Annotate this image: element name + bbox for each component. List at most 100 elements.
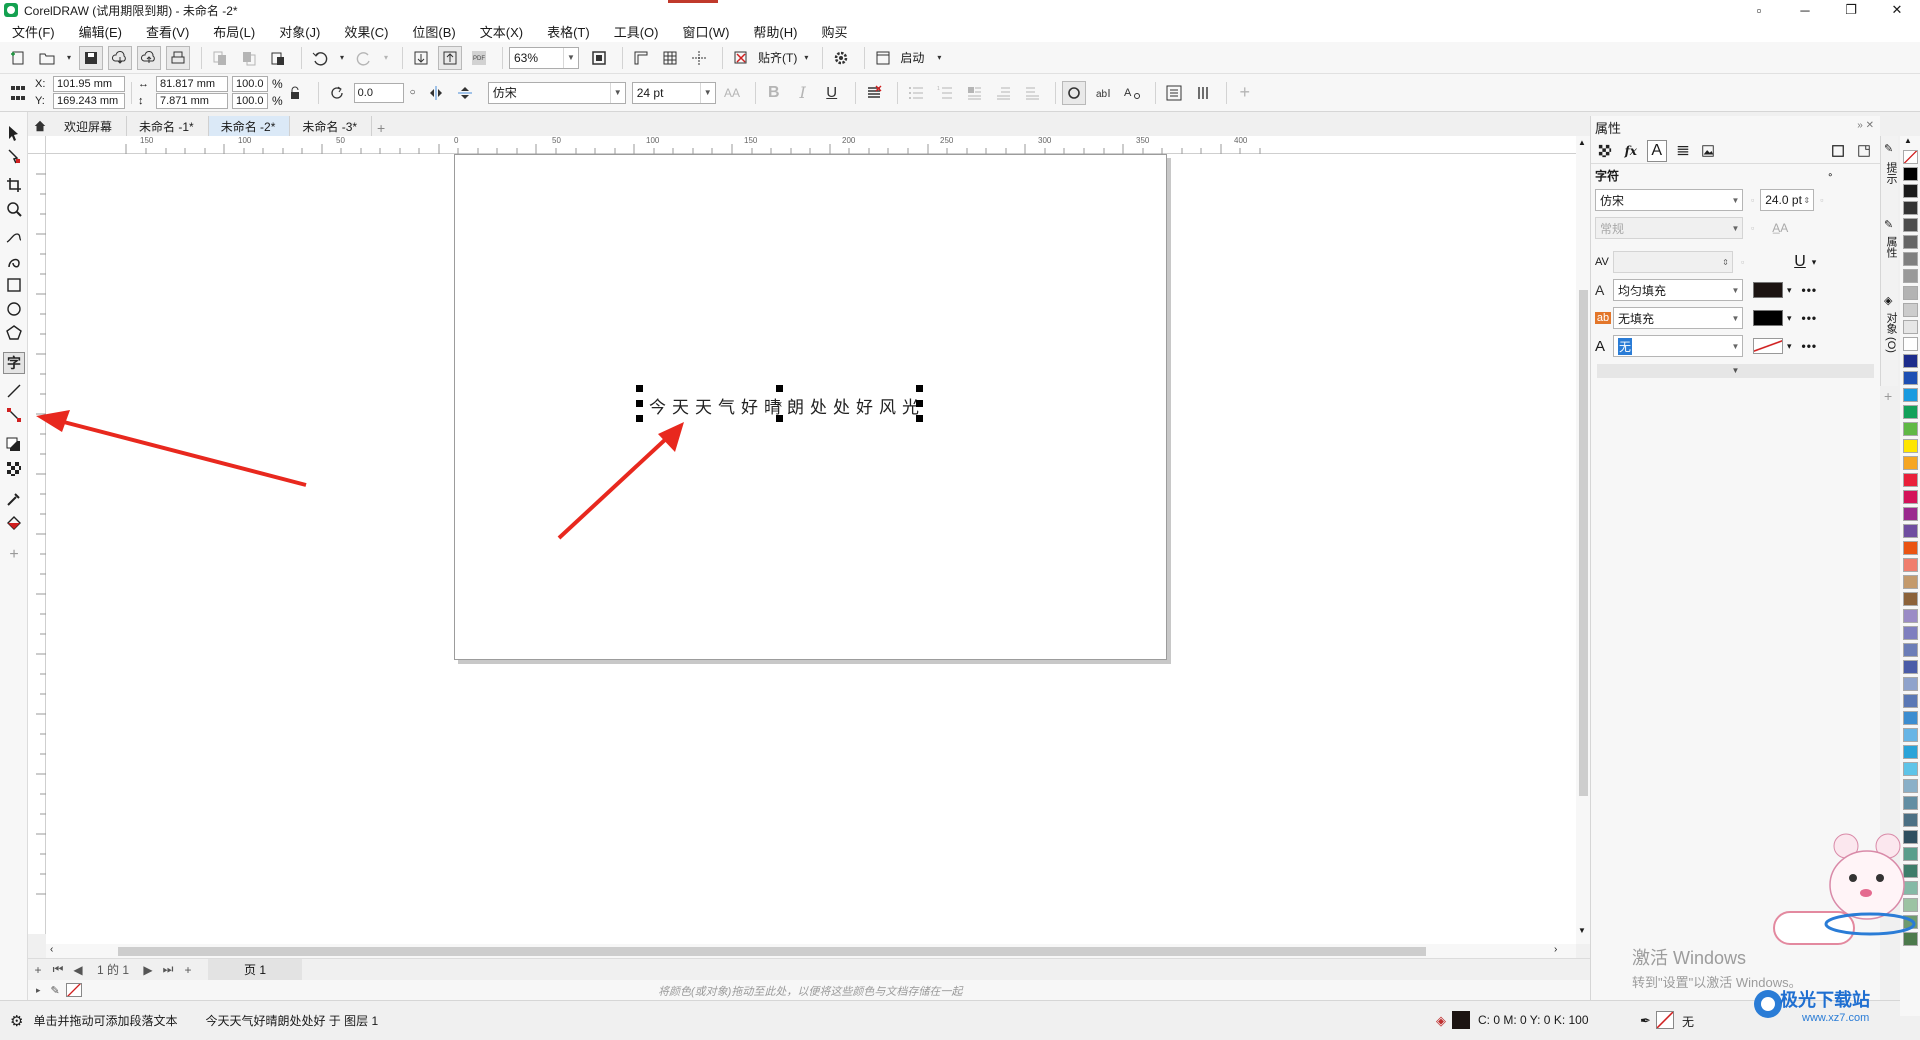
undo-dropdown-icon[interactable]: ▾ [337,46,347,70]
height-input[interactable]: 7.871 mm [156,93,228,109]
fill-color-swatch[interactable] [1452,1011,1470,1029]
cloud-upload-icon[interactable] [137,45,161,70]
ruler-origin[interactable] [28,136,46,154]
text-align-icon[interactable] [862,81,886,105]
expand-section-icon[interactable]: ▼ [1597,364,1874,378]
character-tab-icon[interactable]: A [1646,139,1667,162]
palette-color-swatch[interactable] [1903,575,1918,589]
font-size-combo[interactable]: 24 pt ▼ [631,81,716,104]
open-folder-icon[interactable] [35,46,59,70]
insert-character-icon[interactable]: A [1120,81,1144,105]
snap-dropdown-icon[interactable]: ▾ [801,46,811,70]
palette-color-swatch[interactable] [1903,898,1918,912]
docker-font-size-combo[interactable]: 24.0 pt ⇕ [1760,189,1815,211]
add-page-after-icon[interactable]: + [178,963,198,977]
cut-icon[interactable] [208,46,232,70]
horizontal-scroll-thumb[interactable] [118,947,1426,956]
tab-properties[interactable]: 属性 [1883,236,1899,258]
palette-color-swatch[interactable] [1903,643,1918,657]
palette-color-swatch[interactable] [1903,626,1918,640]
text-fill-more[interactable]: ••• [1802,283,1818,297]
underline-button[interactable]: U [820,81,844,105]
selection-handle[interactable] [776,415,783,422]
kerning-combo[interactable]: ⇕ [1613,251,1733,273]
docker-font-combo[interactable]: 仿宋 ▼ [1595,189,1743,211]
freehand-tool-icon[interactable] [3,226,25,248]
palette-color-swatch[interactable] [1903,796,1918,810]
underline-dropdown-icon[interactable]: ▾ [1812,257,1817,268]
add-page-before-icon[interactable]: + [28,963,48,977]
font-list-combo[interactable]: 仿宋 ▼ [487,81,626,104]
mirror-vertical-icon[interactable] [453,81,477,105]
palette-color-swatch[interactable] [1903,320,1918,334]
show-rulers-icon[interactable] [629,46,653,70]
text-fill-combo[interactable]: 均匀填充 ▼ [1613,279,1743,301]
palette-color-swatch[interactable] [1903,524,1918,538]
redo-dropdown-icon[interactable]: ▾ [381,46,391,70]
pick-tool-icon[interactable] [3,122,25,144]
outline-more[interactable]: ••• [1802,339,1818,353]
menu-view[interactable]: 查看(V) [146,22,189,41]
first-page-icon[interactable]: ⏮ [48,962,68,977]
add-tool-icon[interactable]: + [3,544,25,566]
selection-handle[interactable] [916,385,923,392]
paragraph-tab-icon[interactable] [1673,140,1693,162]
shape-tool-icon[interactable] [3,146,25,168]
scroll-right-icon[interactable]: › [1554,944,1557,955]
menu-window[interactable]: 窗口(W) [682,22,729,41]
page-mode-icon[interactable] [1854,140,1874,162]
menu-edit[interactable]: 编辑(E) [79,22,122,41]
palette-color-swatch[interactable] [1903,337,1918,351]
palette-color-swatch[interactable] [1903,711,1918,725]
decrease-indent-icon[interactable] [991,81,1015,105]
import-icon[interactable] [409,46,433,70]
maximize-button[interactable]: ❐ [1828,0,1874,20]
menu-help[interactable]: 帮助(H) [753,22,797,41]
zoom-tool-icon[interactable] [3,198,25,220]
palette-color-swatch[interactable] [1903,762,1918,776]
x-position-input[interactable]: 101.95 mm [53,76,125,92]
horizontal-text-icon[interactable] [1162,81,1186,105]
paste-icon[interactable] [266,46,290,70]
palette-color-swatch[interactable] [1903,201,1918,215]
close-button[interactable]: ✕ [1874,0,1920,20]
y-position-input[interactable]: 169.243 mm [53,93,125,109]
palette-color-swatch[interactable] [1903,184,1918,198]
no-color-swatch[interactable] [65,983,82,997]
redo-icon[interactable] [352,46,376,70]
add-button-icon[interactable]: + [1233,81,1257,105]
palette-color-swatch[interactable] [1903,269,1918,283]
menu-layout[interactable]: 布局(L) [213,22,255,41]
status-gear-icon[interactable]: ⚙ [10,1012,23,1030]
save-icon[interactable] [79,45,103,70]
menu-bitmaps[interactable]: 位图(B) [412,22,455,41]
palette-color-swatch[interactable] [1903,677,1918,691]
text-tool-icon[interactable]: 字 [3,352,25,374]
outline-width-combo[interactable]: 无 ▼ [1613,335,1743,357]
palette-color-swatch[interactable] [1903,439,1918,453]
font-scale-icon[interactable]: AA [720,81,744,105]
scale-y-input[interactable]: 100.0 [232,93,268,109]
palette-color-swatch[interactable] [1903,813,1918,827]
minimize-button[interactable]: ─ [1782,0,1828,20]
palette-color-swatch[interactable] [1903,915,1918,929]
palette-color-swatch[interactable] [1903,490,1918,504]
full-screen-preview-icon[interactable] [587,46,611,70]
increase-indent-icon[interactable] [1020,81,1044,105]
tab-hints[interactable]: 提示 [1883,162,1899,184]
font-style-combo[interactable]: 常规 ▼ [1595,217,1743,239]
tab-objects[interactable]: 对象 (O) [1883,312,1899,353]
vertical-ruler[interactable] [28,154,46,934]
open-dropdown-icon[interactable]: ▾ [64,46,74,70]
background-fill-more[interactable]: ••• [1802,311,1818,325]
color-dropdown-icon[interactable]: ▾ [1787,285,1792,296]
selection-handle[interactable] [916,415,923,422]
eyedropper-tool-icon[interactable] [3,488,25,510]
zoom-level-combo[interactable]: 63% ▼ [509,46,579,69]
undo-icon[interactable] [308,46,332,70]
palette-color-swatch[interactable] [1903,422,1918,436]
frame-tab-icon[interactable] [1699,140,1719,162]
vertical-scroll-thumb[interactable] [1579,290,1588,796]
menu-text[interactable]: 文本(X) [480,22,523,41]
palette-color-swatch[interactable] [1903,371,1918,385]
